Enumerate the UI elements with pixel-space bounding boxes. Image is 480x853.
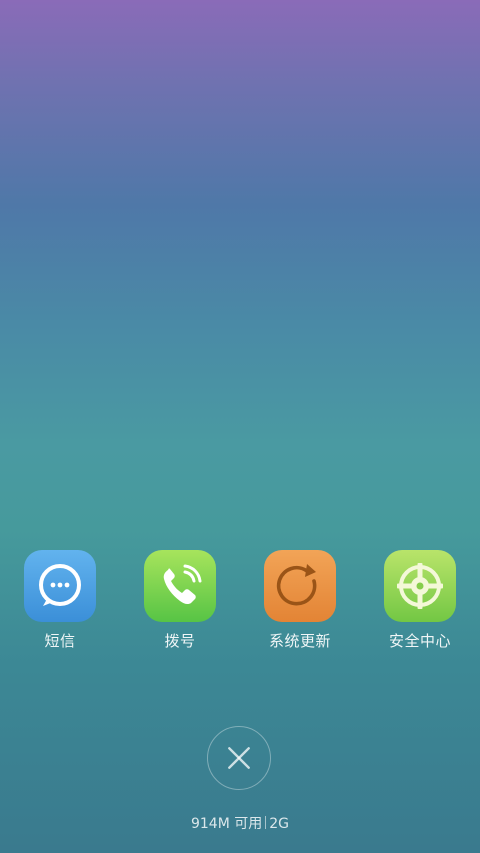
message-bubble-icon <box>24 550 96 622</box>
app-label-system-update: 系统更新 <box>268 632 331 650</box>
memory-available: 914M 可用 <box>190 816 263 832</box>
recent-apps-row: 短信 拨号 系统更新 安全中心 <box>0 550 480 660</box>
close-icon <box>228 747 250 769</box>
app-label-sms: 短信 <box>44 632 76 650</box>
memory-status: 914M 可用 2G <box>0 815 480 833</box>
phone-icon <box>144 550 216 622</box>
app-system-update[interactable]: 系统更新 <box>250 550 350 660</box>
app-security-center[interactable]: 安全中心 <box>370 550 470 660</box>
app-dialer[interactable]: 拨号 <box>130 550 230 660</box>
refresh-icon <box>264 550 336 622</box>
memory-divider <box>265 816 267 829</box>
app-label-security-center: 安全中心 <box>388 632 451 650</box>
clear-all-button[interactable] <box>207 726 271 790</box>
app-sms[interactable]: 短信 <box>10 550 110 660</box>
memory-total: 2G <box>269 816 290 832</box>
security-crosshair-icon <box>384 550 456 622</box>
app-label-dialer: 拨号 <box>164 632 196 650</box>
